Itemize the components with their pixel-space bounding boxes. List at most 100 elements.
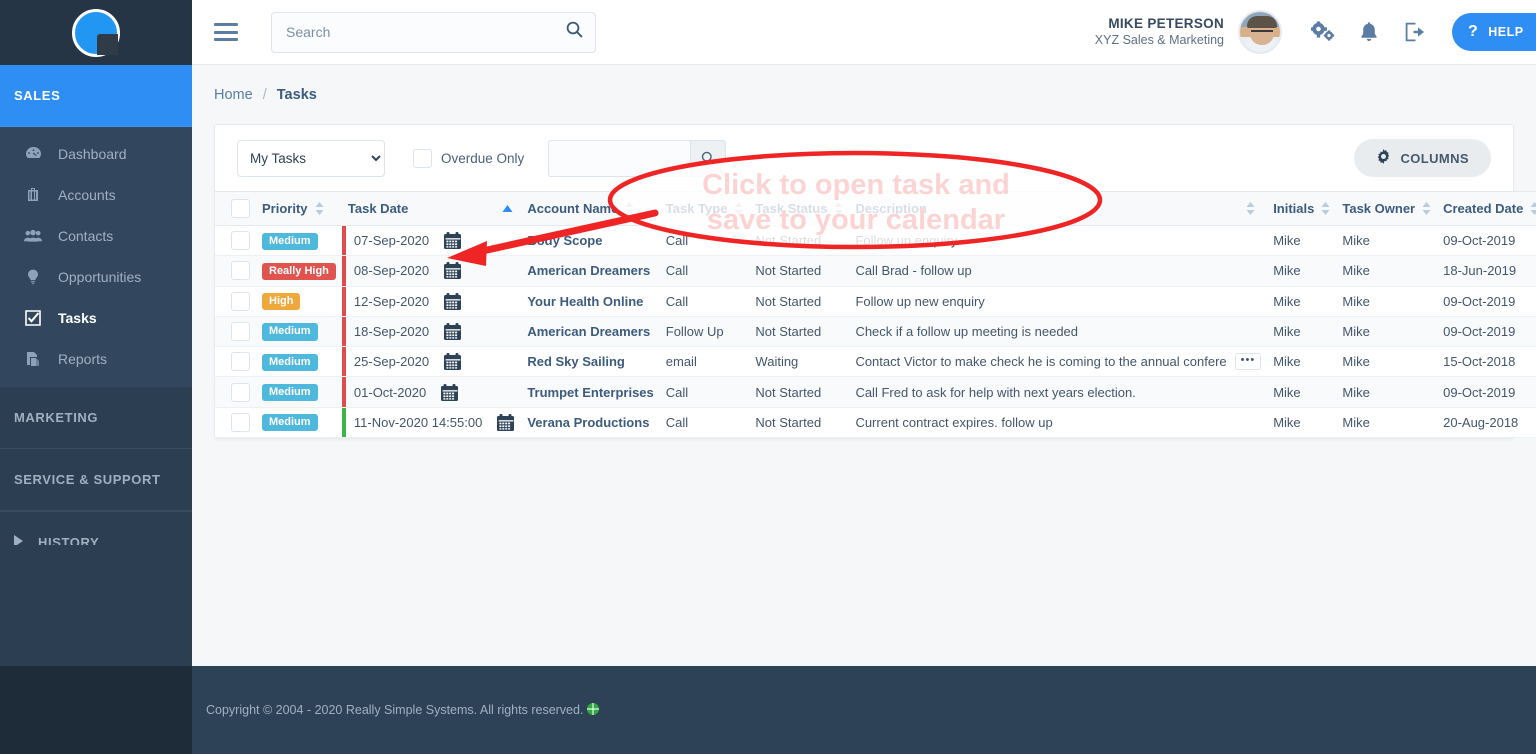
th-initials-label: Initials <box>1273 201 1315 216</box>
select-all-checkbox[interactable] <box>231 199 250 218</box>
calendar-icon[interactable] <box>443 322 462 341</box>
due-indicator-bar <box>341 347 346 377</box>
row-checkbox[interactable] <box>231 352 250 372</box>
th-task-date[interactable]: Task Date <box>341 191 522 226</box>
cell-account-name[interactable]: American Dreamers <box>521 316 660 348</box>
cell-select[interactable] <box>215 255 256 287</box>
breadcrumb-current: Tasks <box>276 87 317 103</box>
account-name-link[interactable]: Red Sky Sailing <box>527 354 625 369</box>
th-task-owner[interactable]: Task Owner <box>1336 191 1438 226</box>
global-search[interactable] <box>271 11 596 53</box>
sort-icon-description[interactable] <box>1246 202 1255 215</box>
calendar-icon[interactable] <box>496 413 515 432</box>
cell-account-name[interactable]: Red Sky Sailing <box>521 346 660 378</box>
th-task-date-label: Task Date <box>347 201 409 216</box>
row-checkbox[interactable] <box>231 291 250 311</box>
search-input[interactable] <box>286 24 566 40</box>
table-row[interactable]: Really High 08-Sep-2020 American Dreamers C… <box>215 255 1536 287</box>
sidebar-item-tasks[interactable]: Tasks <box>0 297 192 338</box>
table-row[interactable]: Medium 11-Nov-2020 14:55:00 Verana Product… <box>215 407 1536 439</box>
sort-icon-initials[interactable] <box>1321 202 1330 215</box>
row-checkbox[interactable] <box>231 261 250 281</box>
account-name-link[interactable]: Verana Productions <box>527 415 649 430</box>
description-text: Call Brad - follow up <box>855 263 972 279</box>
avatar[interactable] <box>1238 10 1282 54</box>
task-date-text: 01-Oct-2020 <box>353 384 427 400</box>
sidebar-item-tasks-label: Tasks <box>58 309 97 326</box>
sidebar-section-marketing[interactable]: MARKETING <box>0 387 192 449</box>
table-row[interactable]: Medium 18-Sep-2020 American Dreamers Follow… <box>215 316 1536 348</box>
cell-created-date: 09-Oct-2019 <box>1437 316 1536 348</box>
search-icon[interactable] <box>566 21 583 43</box>
sidebar-section-sales[interactable]: SALES <box>0 65 192 127</box>
cell-select[interactable] <box>215 286 256 317</box>
cell-select[interactable] <box>215 407 256 439</box>
gear-icon <box>1376 149 1391 167</box>
row-checkbox[interactable] <box>231 382 250 402</box>
cell-account-name[interactable]: American Dreamers <box>521 255 660 287</box>
logout-icon[interactable] <box>1392 22 1438 42</box>
sidebar-item-dashboard[interactable]: Dashboard <box>0 133 192 174</box>
sort-icon-priority[interactable] <box>315 202 324 215</box>
calendar-icon[interactable] <box>443 352 462 371</box>
calendar-icon[interactable] <box>443 231 462 250</box>
cell-account-name[interactable]: Your Health Online <box>521 286 660 317</box>
sort-icon-task-owner[interactable] <box>1422 202 1431 215</box>
table-row[interactable]: High 12-Sep-2020 Your Health Online Call Not… <box>215 286 1536 317</box>
cell-task-date: 01-Oct-2020 <box>341 376 522 408</box>
account-name-link[interactable]: American Dreamers <box>527 324 650 339</box>
cell-select[interactable] <box>215 316 256 348</box>
description-more-button[interactable]: ••• <box>1234 353 1262 371</box>
table-row[interactable]: Medium 01-Oct-2020 Trumpet Enterprises Call… <box>215 376 1536 408</box>
settings-gears-icon[interactable] <box>1300 20 1346 44</box>
sidebar-item-accounts[interactable]: Accounts <box>0 174 192 215</box>
th-initials[interactable]: Initials <box>1267 191 1337 226</box>
cell-description: Call Fred to ask for help with next year… <box>849 376 1268 408</box>
sidebar-section-service-support[interactable]: SERVICE & SUPPORT <box>0 449 192 511</box>
cell-priority: Medium <box>256 225 342 257</box>
cell-task-type: Call <box>659 376 750 408</box>
calendar-icon[interactable] <box>443 292 462 311</box>
task-date-text: 25-Sep-2020 <box>353 354 430 370</box>
sidebar-item-opportunities[interactable]: Opportunities <box>0 256 192 297</box>
notifications-bell-icon[interactable] <box>1346 21 1392 43</box>
view-select[interactable]: My Tasks <box>237 139 385 177</box>
logo-area[interactable] <box>0 0 192 65</box>
cell-created-date: 20-Aug-2018 <box>1437 407 1536 439</box>
overdue-only-filter[interactable]: Overdue Only <box>413 148 524 168</box>
sidebar-item-reports[interactable]: Reports <box>0 338 192 379</box>
th-select-all[interactable] <box>215 191 256 226</box>
calendar-icon[interactable] <box>443 261 462 280</box>
account-name-link[interactable]: Body Scope <box>527 233 602 248</box>
th-account-name[interactable]: Account Name <box>521 191 660 226</box>
account-name-link[interactable]: American Dreamers <box>527 263 650 278</box>
sort-icon-task-date-asc[interactable] <box>502 205 513 212</box>
help-button[interactable]: ? HELP <box>1452 13 1536 51</box>
overdue-only-checkbox[interactable] <box>413 148 432 168</box>
breadcrumb-home[interactable]: Home <box>214 87 253 103</box>
account-name-link[interactable]: Trumpet Enterprises <box>527 385 653 400</box>
row-checkbox[interactable] <box>231 412 250 432</box>
hamburger-icon[interactable] <box>214 23 238 41</box>
th-priority[interactable]: Priority <box>256 191 342 226</box>
row-checkbox[interactable] <box>231 231 250 251</box>
sort-icon-created-date[interactable] <box>1530 202 1536 215</box>
cell-account-name[interactable]: Body Scope <box>521 225 660 257</box>
user-block[interactable]: MIKE PETERSON XYZ Sales & Marketing <box>1095 16 1224 49</box>
calendar-icon[interactable] <box>440 383 459 402</box>
cell-select[interactable] <box>215 346 256 378</box>
sidebar-item-contacts[interactable]: Contacts <box>0 215 192 256</box>
cell-account-name[interactable]: Verana Productions <box>521 407 660 439</box>
cell-select[interactable] <box>215 376 256 408</box>
cell-account-name[interactable]: Trumpet Enterprises <box>521 376 660 408</box>
account-name-link[interactable]: Your Health Online <box>527 294 643 309</box>
row-checkbox[interactable] <box>231 322 250 342</box>
sidebar-item-opportunities-label: Opportunities <box>58 268 142 285</box>
columns-button[interactable]: COLUMNS <box>1354 139 1491 177</box>
description-text: Call Fred to ask for help with next year… <box>855 384 1136 400</box>
cell-task-date: 07-Sep-2020 <box>341 225 522 257</box>
table-row[interactable]: Medium 25-Sep-2020 Red Sky Sailing email Wai… <box>215 346 1536 378</box>
th-created-date[interactable]: Created Date <box>1437 191 1536 226</box>
cell-select[interactable] <box>215 225 256 257</box>
sort-icon-account-name[interactable] <box>625 202 634 215</box>
